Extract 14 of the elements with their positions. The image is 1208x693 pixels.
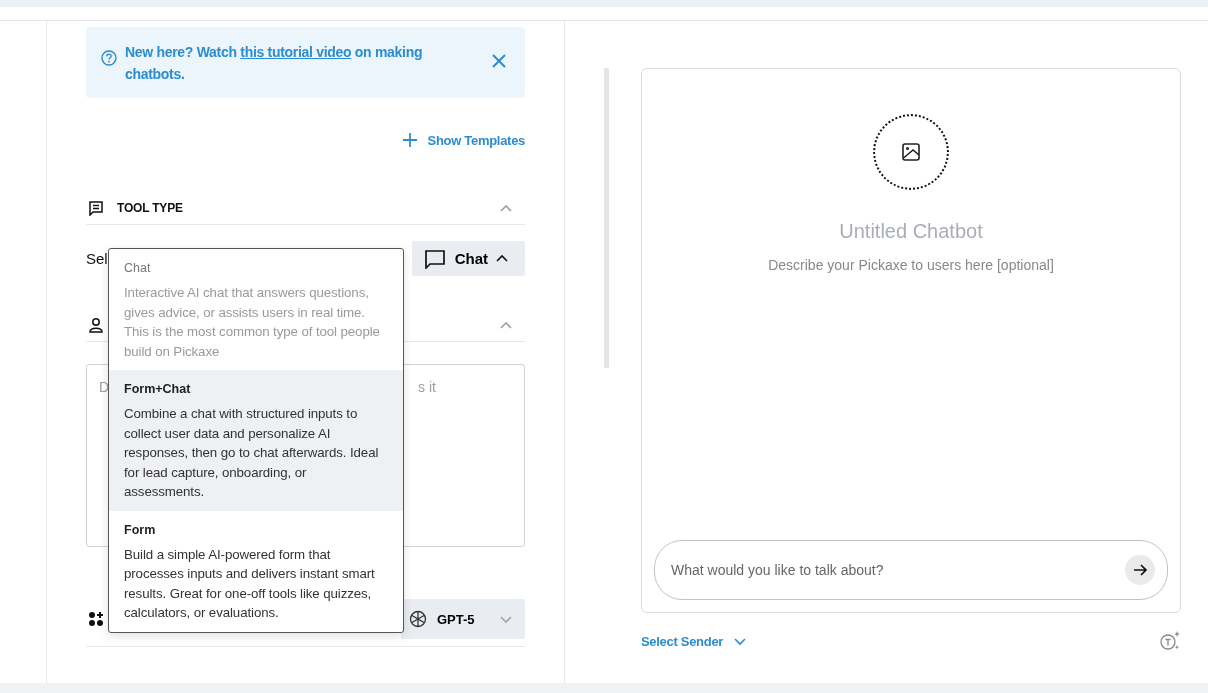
option-description: Interactive AI chat that answers questions, gives advice, or assists users in real time. This is the most common type of tool people build on Pickaxe [124, 284, 381, 361]
placeholder-text: D [99, 379, 110, 395]
option-description: Combine a chat with structured inputs to collect user data and personalize AI responses, then go to chat afterwards. Ideal for lead capture, onboarding, or assessments. [124, 405, 380, 501]
section-title: TOOL TYPE [117, 201, 184, 215]
field-label: Sel [86, 250, 108, 267]
placeholder-text: s it [418, 379, 436, 395]
placeholder-text: What would you like to talk about? [671, 562, 884, 578]
chatbot-title: Untitled Chatbot [839, 220, 983, 243]
notice-text: New here? Watch this tutorial video on making chatbots. [125, 43, 424, 84]
option-description: Build a simple AI-powered form that processes inputs and delivers instant smart results. Great for one-off tools like quizzes, calculators, or evaluations. [124, 545, 376, 622]
chatbot-description: Describe your Pickaxe to users here [optional] [768, 257, 1054, 273]
option-title: Form [124, 522, 157, 537]
option-title: Chat [124, 261, 152, 275]
option-title: Form+Chat [124, 382, 192, 396]
